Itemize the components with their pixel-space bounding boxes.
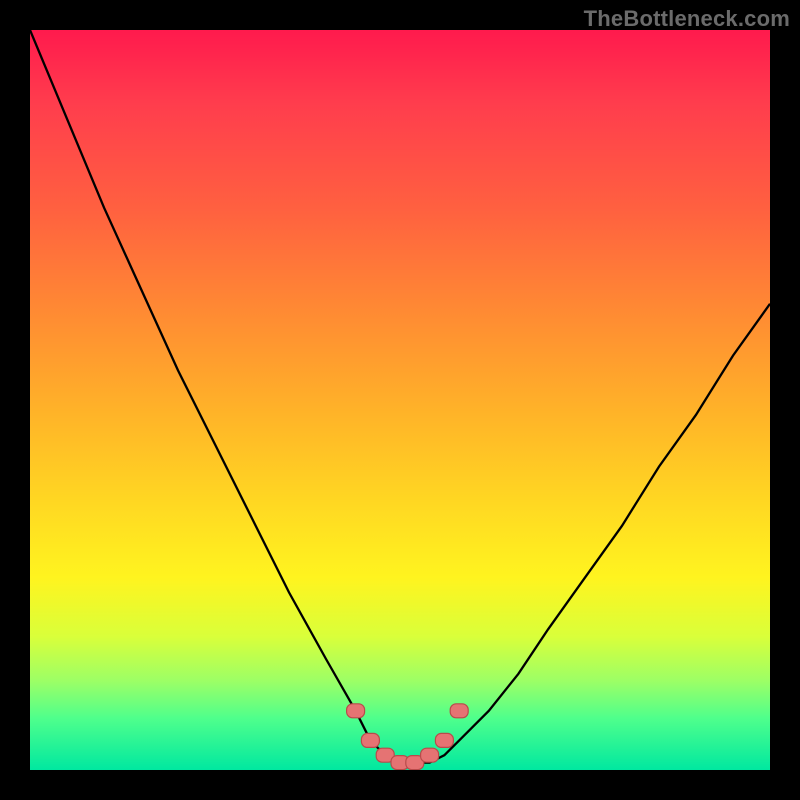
marker-point	[361, 733, 379, 747]
marker-point	[435, 733, 453, 747]
chart-svg	[30, 30, 770, 770]
bottleneck-curve	[30, 30, 770, 763]
marker-point	[421, 748, 439, 762]
outer-frame: TheBottleneck.com	[0, 0, 800, 800]
watermark-text: TheBottleneck.com	[584, 6, 790, 32]
plot-area	[30, 30, 770, 770]
marker-point	[347, 704, 365, 718]
markers-group	[347, 704, 469, 770]
marker-point	[450, 704, 468, 718]
